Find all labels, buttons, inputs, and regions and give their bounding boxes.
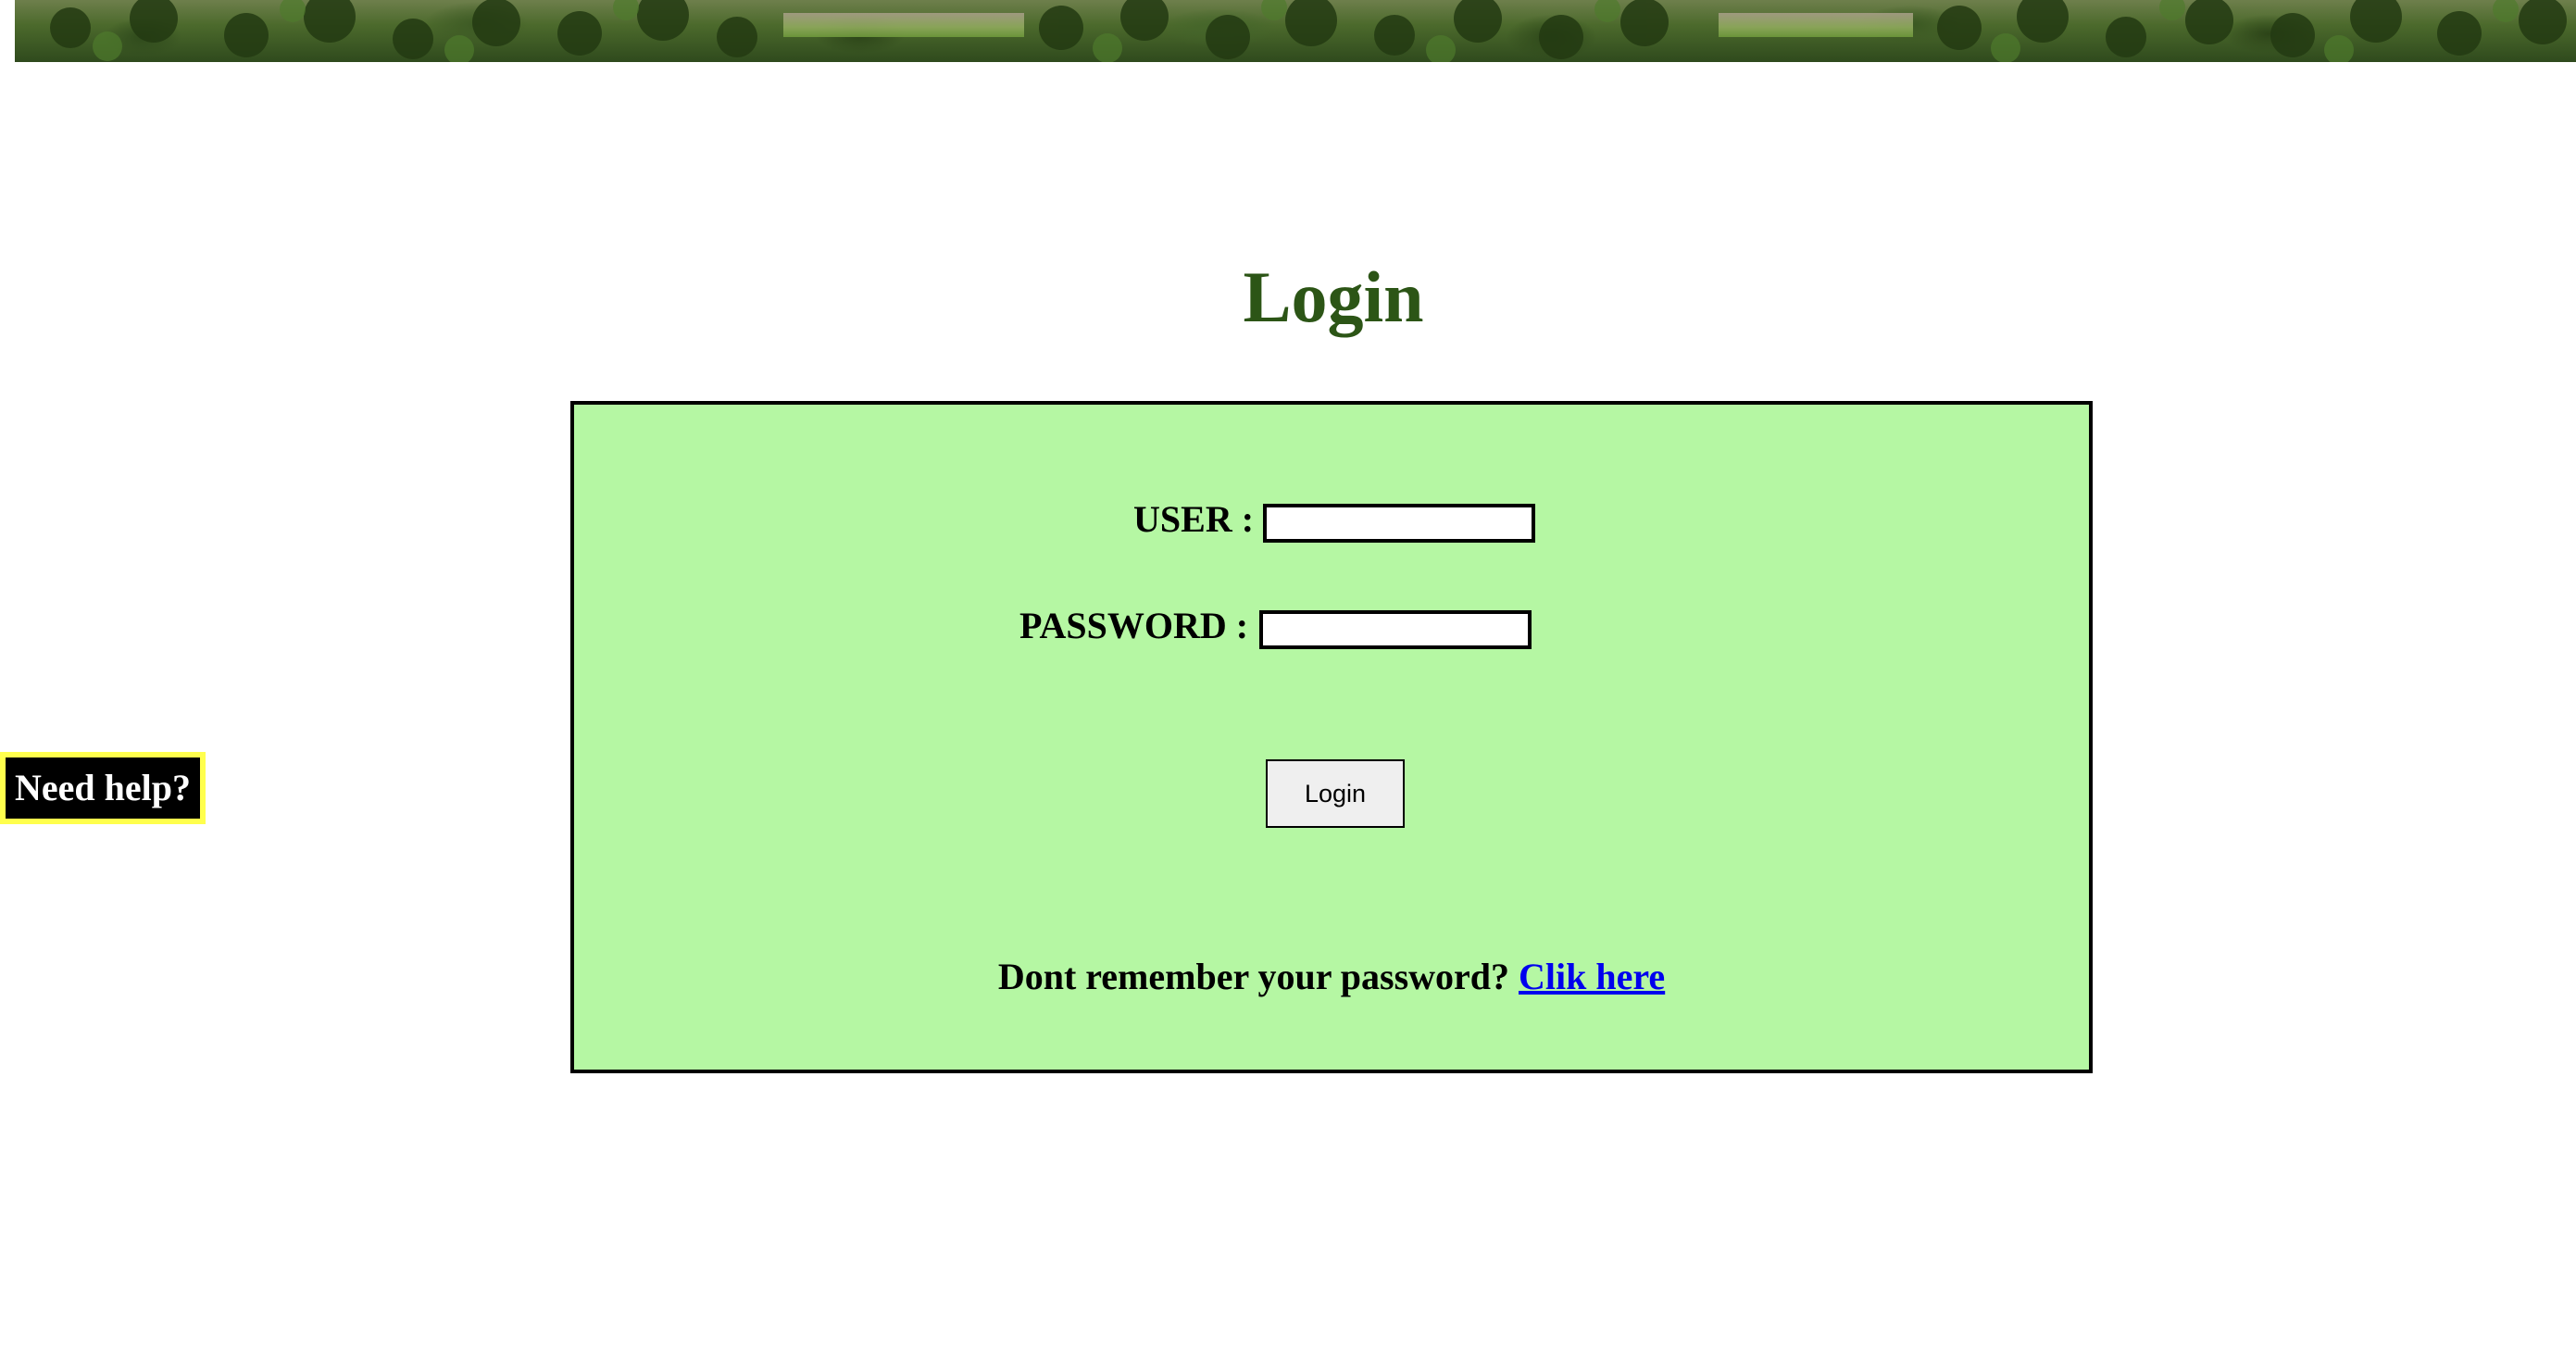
palm-trees-icon: [50, 0, 2567, 62]
user-input[interactable]: [1263, 504, 1535, 543]
login-form-box: USER : PASSWORD : Login Dont remember yo…: [570, 401, 2093, 1073]
user-label: USER :: [1133, 498, 1255, 540]
password-label: PASSWORD :: [1019, 605, 1249, 646]
password-input[interactable]: [1259, 610, 1532, 649]
palm-forest-banner: [15, 0, 2576, 62]
forgot-password-text: Dont remember your password?: [997, 956, 1510, 997]
login-button[interactable]: Login: [1266, 759, 1405, 828]
need-help-button[interactable]: Need help?: [0, 752, 206, 824]
forgot-password-link[interactable]: Clik here: [1519, 956, 1665, 997]
page-title: Login: [1243, 257, 1424, 337]
forgot-password-line: Dont remember your password? Clik here: [574, 958, 2089, 995]
